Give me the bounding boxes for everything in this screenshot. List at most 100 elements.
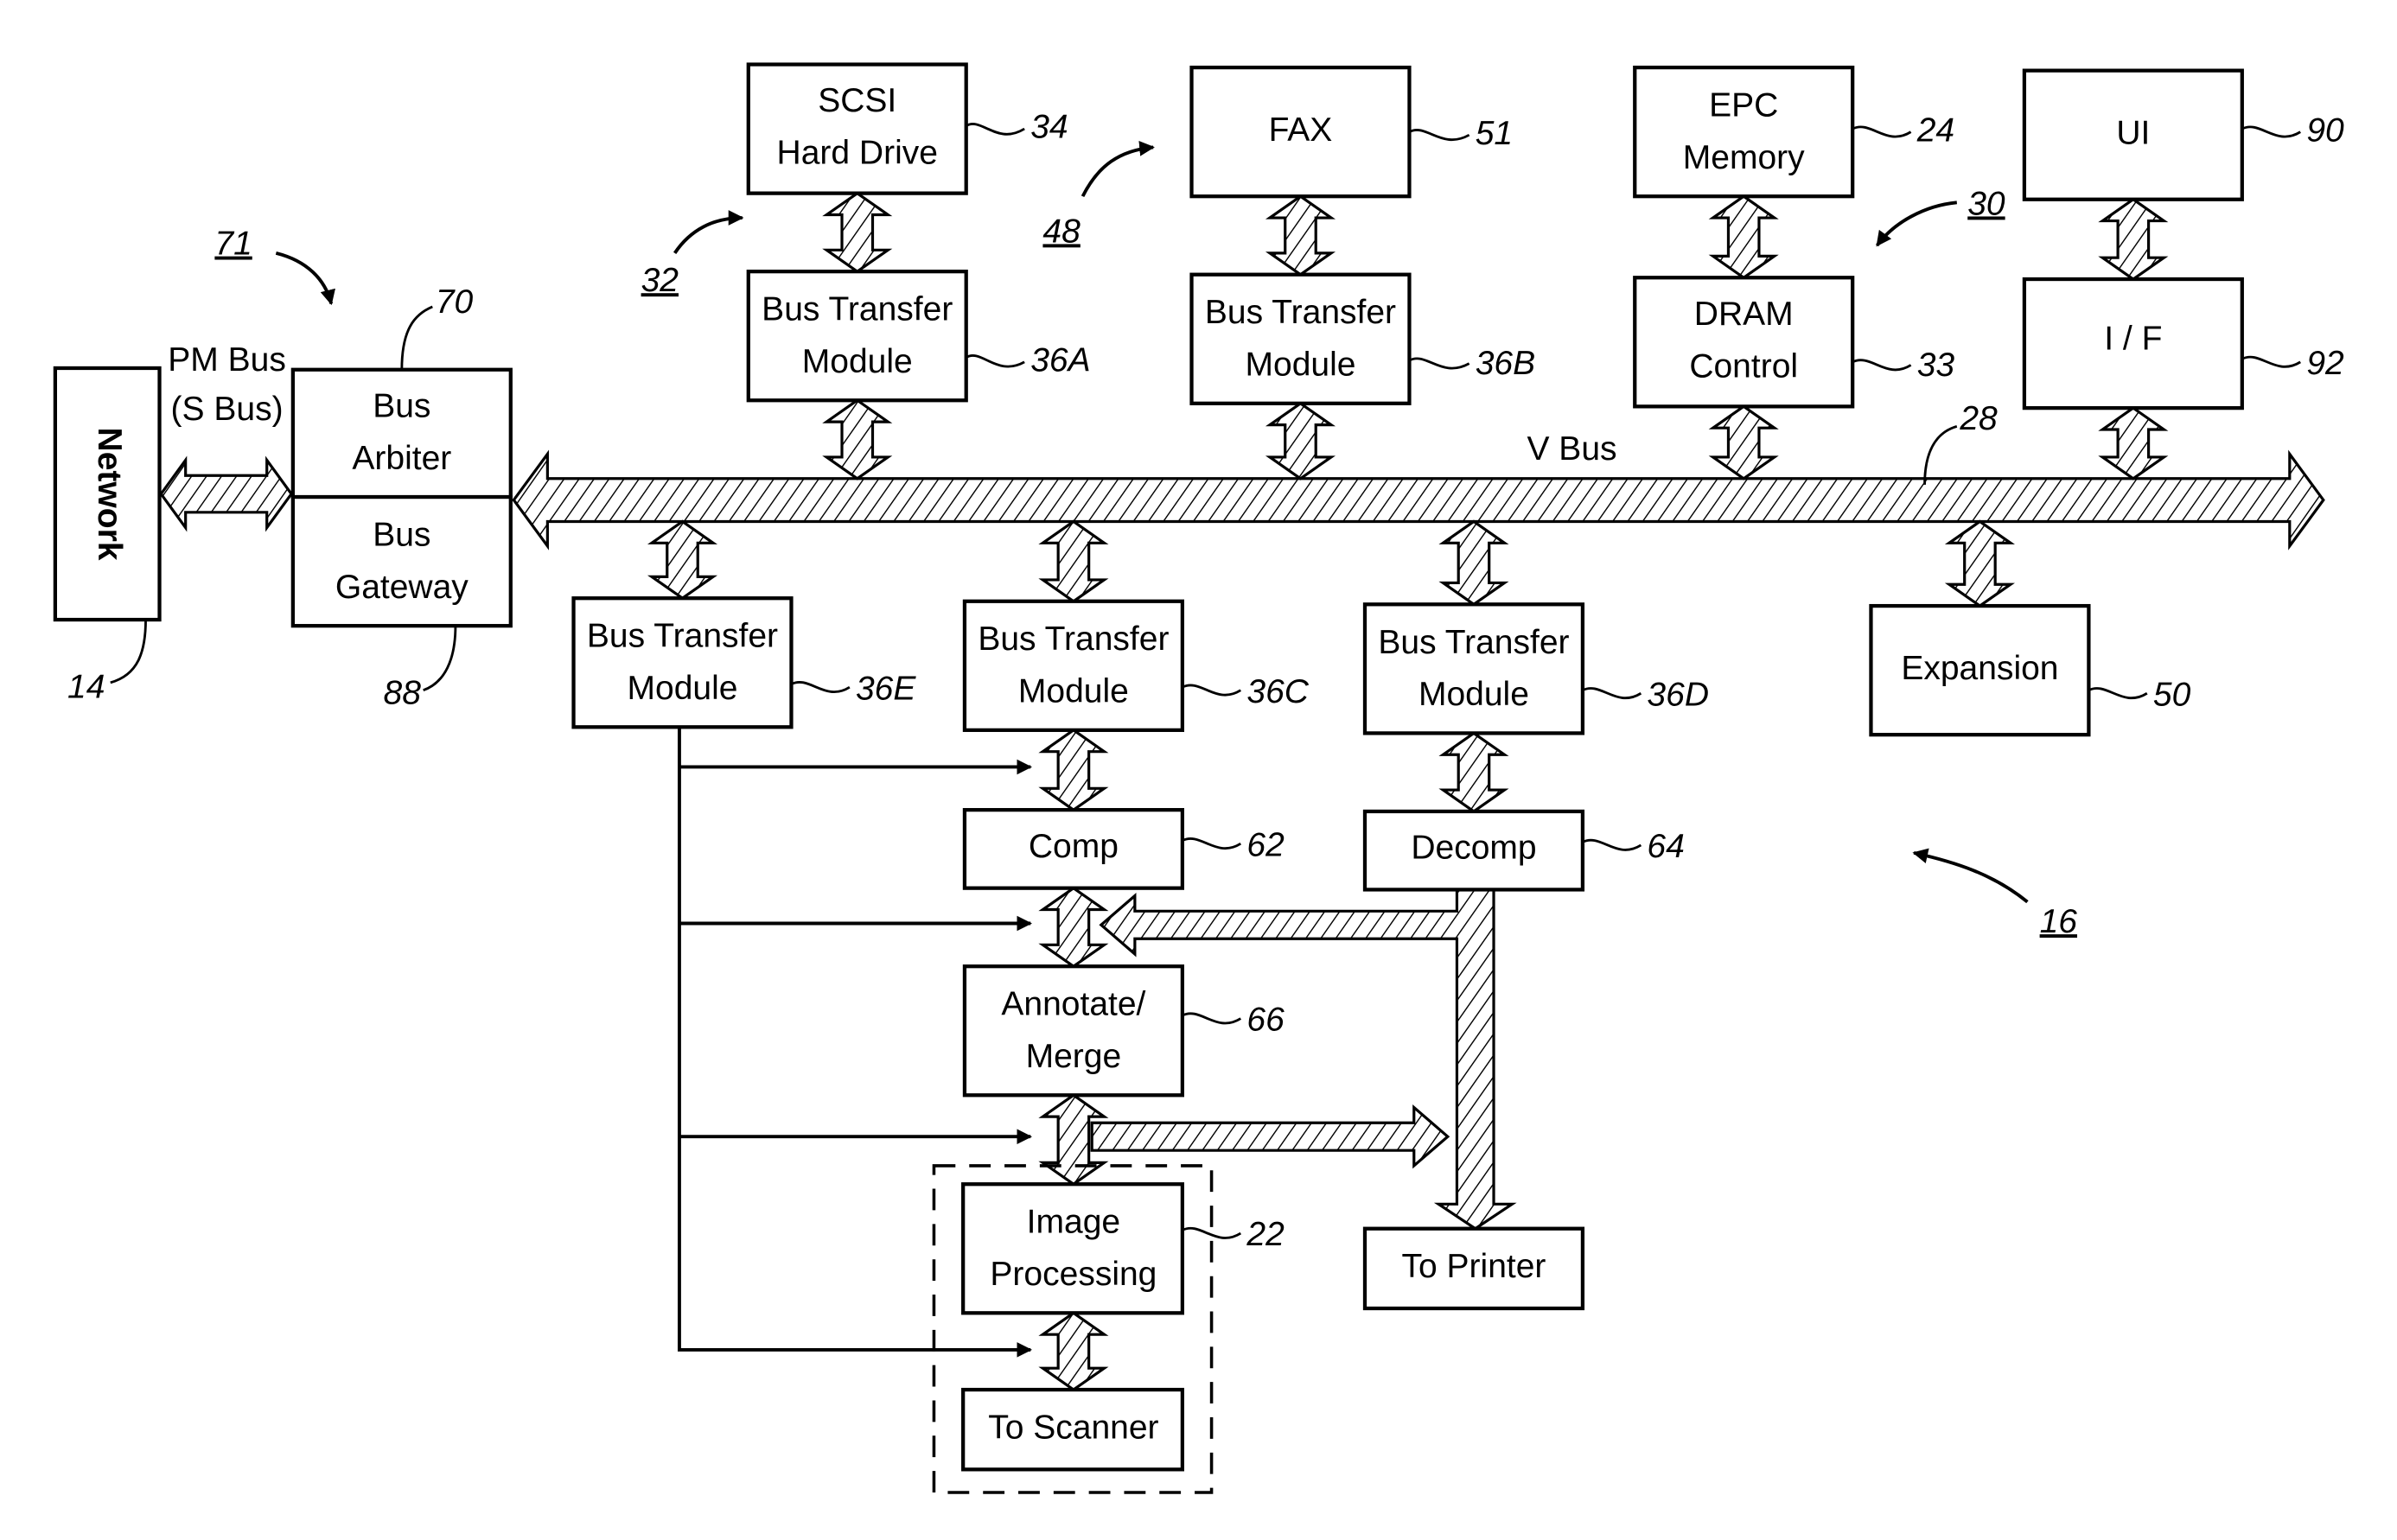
scsi-label-1: SCSI — [818, 82, 896, 119]
scsi-hard-drive-block: SCSI Hard Drive — [746, 62, 968, 195]
pm-bus-label: PM Bus — [168, 341, 286, 379]
ref-36e: 36E — [856, 670, 916, 707]
iface-block: I / F — [2022, 277, 2244, 410]
group-30-pointer — [1875, 200, 1958, 247]
ref-51: 51 — [1476, 115, 1513, 152]
group-ref-71: 71 — [214, 226, 252, 263]
expansion-block: Expansion — [1869, 603, 2091, 737]
leader-92 — [2241, 355, 2301, 368]
epc-label-1: EPC — [1709, 87, 1778, 124]
leader-70 — [400, 305, 433, 370]
annotate-merge-block: Annotate/ Merge — [962, 964, 1185, 1098]
annotate-label-1: Annotate/ — [1001, 986, 1145, 1023]
ref-22: 22 — [1246, 1216, 1285, 1253]
leader-34 — [965, 123, 1025, 136]
comp-annotate-arrow — [1038, 886, 1109, 969]
group-ref-30: 30 — [1967, 185, 2005, 222]
btm36a-vbus-arrow — [822, 398, 893, 480]
image-processing-block: Image Processing — [961, 1182, 1185, 1315]
v-bus-label: V Bus — [1527, 430, 1616, 468]
leader-14 — [110, 620, 147, 684]
bus-gateway-label-1: Bus — [373, 517, 430, 554]
leader-24 — [1852, 125, 1912, 138]
annotate-to-printer-arrow — [1090, 1104, 1450, 1169]
btm36c-comp-arrow — [1038, 728, 1109, 812]
btm-36d-block: Bus Transfer Module — [1362, 602, 1585, 735]
comp-block: Comp — [962, 808, 1185, 890]
dram-label-2: Control — [1689, 347, 1798, 385]
leader-62 — [1182, 837, 1242, 850]
ref-88: 88 — [384, 675, 422, 712]
ref-24: 24 — [1916, 111, 1954, 149]
ref-36d: 36D — [1647, 676, 1709, 713]
scsi-label-2: Hard Drive — [777, 135, 938, 172]
leader-88 — [423, 626, 457, 692]
leader-36e — [790, 681, 851, 693]
comp-label: Comp — [1029, 828, 1119, 865]
ref-36a: 36A — [1030, 342, 1090, 379]
leader-36c — [1182, 684, 1242, 697]
leader-36b — [1408, 357, 1470, 370]
btm-36e-label-1: Bus Transfer — [587, 618, 778, 655]
ref-66: 66 — [1246, 1002, 1285, 1039]
btm-36a-label-2: Module — [802, 343, 913, 380]
btm-36b-label-2: Module — [1246, 347, 1356, 384]
image-proc-label-1: Image — [1027, 1204, 1120, 1241]
leader-64 — [1582, 838, 1642, 851]
ref-90: 90 — [2306, 111, 2344, 149]
ref-36b: 36B — [1476, 345, 1535, 382]
bus-gateway-block: Bus Gateway — [290, 494, 513, 628]
ui-iface-arrow — [2098, 197, 2169, 281]
btm-36d-label-1: Bus Transfer — [1378, 624, 1569, 661]
btm-36c-label-2: Module — [1018, 673, 1129, 710]
epc-memory-block: EPC Memory — [1633, 65, 1855, 199]
fax-label: FAX — [1269, 111, 1333, 149]
epc-dram-arrow — [1708, 194, 1779, 280]
ref-64: 64 — [1647, 828, 1684, 865]
btm-36a-block: Bus Transfer Module — [746, 270, 968, 403]
ref-62: 62 — [1246, 826, 1285, 863]
to-scanner-block: To Scanner — [961, 1387, 1185, 1472]
btm-36c-label-1: Bus Transfer — [978, 620, 1169, 658]
bus-arbiter-block: Bus Arbiter — [290, 367, 513, 500]
ref-28: 28 — [1959, 400, 1998, 437]
btm-36b-label-1: Bus Transfer — [1205, 294, 1396, 331]
group-71-pointer — [275, 251, 335, 306]
figure-16-pointer — [1912, 848, 2029, 904]
network-block: Network — [53, 366, 162, 622]
leader-33 — [1852, 359, 1912, 372]
ui-label: UI — [2116, 114, 2150, 151]
ref-14: 14 — [67, 669, 105, 706]
leader-66 — [1182, 1012, 1242, 1025]
bus-gateway-label-2: Gateway — [335, 569, 469, 606]
leader-36a — [965, 354, 1025, 368]
iface-label: I / F — [2104, 320, 2162, 357]
bus-arbiter-label-1: Bus — [373, 387, 430, 424]
vbus-expansion-arrow — [1944, 519, 2015, 608]
leader-28 — [1923, 425, 1958, 485]
decomp-label: Decomp — [1411, 830, 1536, 867]
group-ref-32: 32 — [641, 262, 679, 299]
v-bus-arrow — [512, 449, 2325, 550]
btm-36e-label-2: Module — [628, 670, 738, 707]
bus-arbiter-label-2: Arbiter — [352, 440, 451, 477]
group-ref-48: 48 — [1042, 213, 1081, 250]
printer-label: To Printer — [1401, 1248, 1546, 1285]
leader-51 — [1408, 129, 1470, 142]
expansion-label: Expansion — [1901, 650, 2058, 687]
ui-block: UI — [2022, 68, 2244, 201]
epc-label-2: Memory — [1683, 139, 1805, 176]
leader-36d — [1582, 687, 1642, 700]
ref-36c: 36C — [1246, 673, 1309, 710]
vbus-btm36e-arrow — [647, 519, 718, 601]
dram-control-block: DRAM Control — [1633, 276, 1855, 409]
iface-vbus-arrow — [2098, 406, 2169, 480]
fax-block: FAX — [1189, 65, 1412, 199]
group-48-pointer — [1081, 141, 1155, 198]
btm-36d-label-2: Module — [1418, 676, 1529, 713]
to-printer-block: To Printer — [1362, 1226, 1585, 1311]
ref-70: 70 — [436, 283, 474, 321]
vbus-btm36c-arrow — [1038, 519, 1109, 603]
figure-ref-16: 16 — [2040, 903, 2078, 940]
btm36d-decomp-arrow — [1438, 731, 1509, 813]
